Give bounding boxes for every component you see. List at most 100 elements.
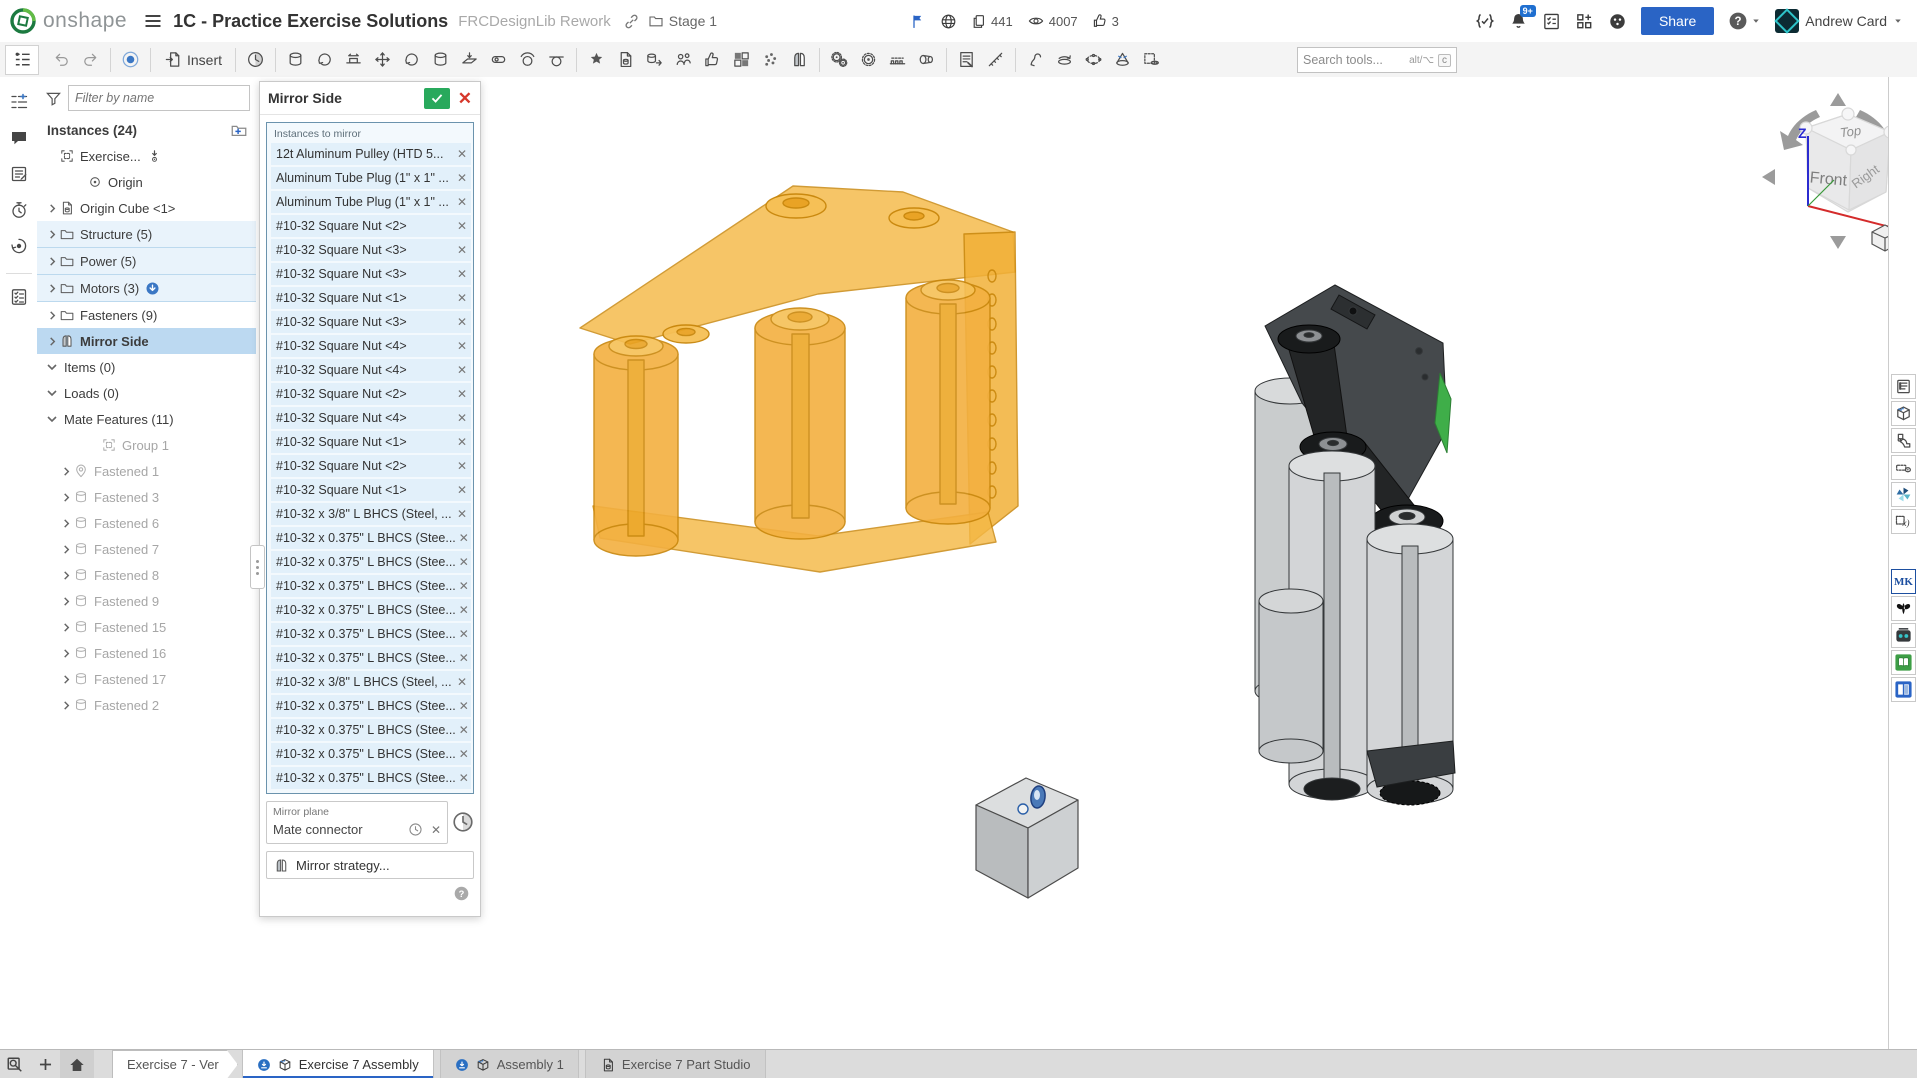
mirror-strategy-field[interactable]: Mirror strategy... [266,851,474,879]
mirror-instance-row[interactable]: #10-32 x 0.375" L BHCS (Stee... ✕ [271,695,471,717]
chevron-right-icon[interactable] [45,203,59,213]
remove-instance-icon[interactable]: ✕ [454,291,467,305]
mirror-tool-button[interactable] [785,46,814,74]
fastened-mate-button[interactable] [281,46,310,74]
tangent-cone-button[interactable] [1108,46,1137,74]
mirror-instance-row[interactable]: #10-32 Square Nut <1> ✕ [271,479,471,501]
cubegrid-icon[interactable] [1891,401,1916,426]
pinwheel-icon[interactable] [1891,482,1916,507]
mirror-instance-row[interactable]: #10-32 Square Nut <1> ✕ [271,431,471,453]
chevron-right-icon[interactable] [59,596,73,606]
view-cube[interactable]: Top Front Right Z X [1754,84,1889,256]
remove-instance-icon[interactable]: ✕ [454,195,467,209]
notes-icon[interactable] [4,159,34,189]
timer-icon[interactable] [4,195,34,225]
planar-mate-button[interactable] [455,46,484,74]
chevron-right-icon[interactable] [59,648,73,658]
remove-instance-icon[interactable]: ✕ [454,387,467,401]
chevron-down-icon[interactable] [45,414,59,424]
tree-item-fastened-8[interactable]: Fastened 8 [37,562,256,588]
chevron-right-icon[interactable] [59,570,73,580]
remove-instance-icon[interactable]: ✕ [456,747,469,761]
mate-connector-clock-icon[interactable] [408,822,423,837]
main-menu-icon[interactable] [143,11,163,31]
mirror-instance-row[interactable]: #10-32 x 3/8" L BHCS (Steel, ... ✕ [271,503,471,525]
bookb-icon[interactable] [1891,677,1916,702]
mirror-instance-row[interactable]: Aluminum Tube Plug (1" x 1" ... ✕ [271,191,471,213]
instance-list-toggle[interactable] [5,44,39,75]
bill-of-materials-button[interactable] [952,46,981,74]
release-tasks-icon[interactable] [1542,12,1561,31]
remove-instance-icon[interactable]: ✕ [454,363,467,377]
mirror-instance-row[interactable]: #10-32 x 0.375" L BHCS (Stee... ✕ [271,647,471,669]
chevron-right-icon[interactable] [59,544,73,554]
mirror-instance-row[interactable]: #10-32 Square Nut <1> ✕ [271,287,471,309]
mate-connector-remove-icon[interactable]: ✕ [431,823,441,837]
tree-item-fastened-17[interactable]: Fastened 17 [37,666,256,692]
panel-resize-handle[interactable] [250,545,265,589]
mirror-instance-row[interactable]: #10-32 Square Nut <3> ✕ [271,263,471,285]
tree-item-items-0[interactable]: Items (0) [37,354,256,380]
chevron-right-icon[interactable] [59,622,73,632]
docline-icon[interactable] [1891,374,1916,399]
help-menu[interactable]: ? [1728,11,1761,31]
remove-instance-icon[interactable]: ✕ [454,147,467,161]
section-view-button[interactable] [1137,46,1166,74]
chevron-right-icon[interactable] [45,336,59,346]
likes-stat[interactable]: 3 [1092,13,1119,29]
tangent-mate-button[interactable] [542,46,571,74]
remove-instance-icon[interactable]: ✕ [456,555,469,569]
rotate-tool-button[interactable] [397,46,426,74]
share-button[interactable]: Share [1640,7,1715,35]
mirror-instance-row[interactable]: #10-32 Square Nut <4> ✕ [271,335,471,357]
tab-exercise-7-part-studio[interactable]: Exercise 7 Part Studio [584,1050,766,1078]
cylindrical-mate-button[interactable] [426,46,455,74]
remove-instance-icon[interactable]: ✕ [456,771,469,785]
comment-icon[interactable] [4,123,34,153]
mirror-instance-row[interactable]: #10-32 x 0.375" L BHCS (Stee... ✕ [271,743,471,765]
tree-item-loads-0[interactable]: Loads (0) [37,380,256,406]
tree-item-origin[interactable]: Origin [37,169,256,195]
filter-icon[interactable] [45,90,62,107]
chevron-right-icon[interactable] [59,466,73,476]
remove-instance-icon[interactable]: ✕ [456,531,469,545]
remove-instance-icon[interactable]: ✕ [454,675,467,689]
mirror-instance-row[interactable]: #10-32 Square Nut <2> ✕ [271,455,471,477]
tab-assembly-1[interactable]: Assembly 1 [439,1050,579,1078]
home-tab-button[interactable] [60,1050,94,1078]
update-available-icon[interactable] [145,281,160,296]
app-store-icon[interactable] [1575,12,1594,31]
measure-button[interactable] [981,46,1010,74]
tree-item-power-5[interactable]: Power (5) [37,248,256,275]
chevron-right-icon[interactable] [59,518,73,528]
filter-input[interactable] [68,85,250,111]
mirror-instance-row[interactable]: Aluminum Tube Plug (1" x 1" ... ✕ [271,167,471,189]
belt-relation-button[interactable] [912,46,941,74]
gear-relation-button[interactable] [825,46,854,74]
named-views-button[interactable] [241,46,270,74]
remove-instance-icon[interactable]: ✕ [456,651,469,665]
tree-item-fastened-15[interactable]: Fastened 15 [37,614,256,640]
globe-icon[interactable] [940,13,957,30]
tree-item-motors-3[interactable]: Motors (3) [37,275,256,302]
mirror-plane-picker-icon[interactable] [452,801,474,833]
mirror-instance-row[interactable]: #10-32 x 0.375" L BHCS (Stee... ✕ [271,623,471,645]
chevron-right-icon[interactable] [45,229,59,239]
user-menu[interactable]: Andrew Card [1774,8,1903,34]
undo-button[interactable] [47,46,76,74]
cyldash-icon[interactable] [1891,455,1916,480]
slider-mate-button[interactable] [339,46,368,74]
translate-tool-button[interactable] [368,46,397,74]
tree-item-structure-5[interactable]: Structure (5) [37,221,256,248]
revolute-mate-button[interactable] [310,46,339,74]
tree-item-origin-cube-1[interactable]: Origin Cube <1> [37,195,256,221]
search-tabs-icon[interactable] [0,1050,30,1078]
mirror-instance-row[interactable]: #10-32 x 0.375" L BHCS (Stee... ✕ [271,599,471,621]
revolve-face-button[interactable] [1050,46,1079,74]
notifications-bell[interactable]: 9+ [1509,5,1536,31]
remove-instance-icon[interactable]: ✕ [454,171,467,185]
linear-pattern-button[interactable] [727,46,756,74]
remove-instance-icon[interactable]: ✕ [456,603,469,617]
remove-instance-icon[interactable]: ✕ [454,219,467,233]
remove-instance-icon[interactable]: ✕ [454,483,467,497]
